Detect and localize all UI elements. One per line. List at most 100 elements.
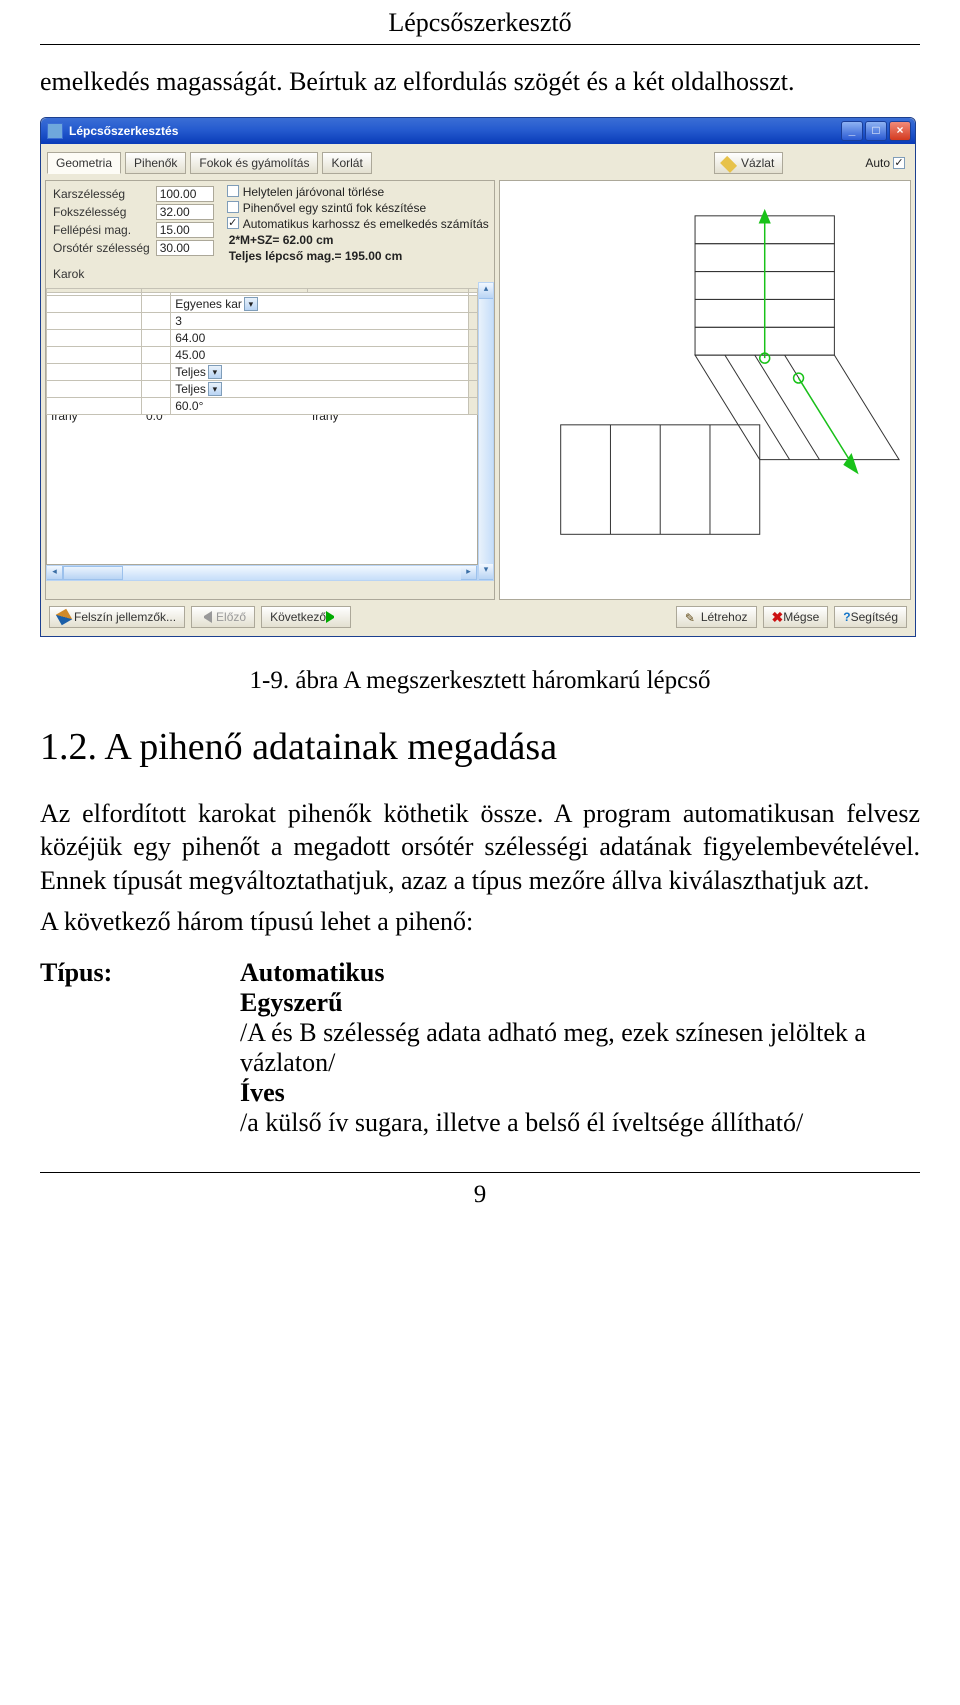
close-button[interactable]: × — [889, 121, 911, 141]
tab-geometria[interactable]: Geometria — [47, 152, 121, 174]
type-curved-desc: /a külső ív sugara, illetve a belső él í… — [240, 1108, 920, 1138]
row-emelkedes-label2: Kar emelkedés — [307, 357, 468, 374]
arm-col-empty — [47, 289, 142, 306]
rule-bottom — [40, 1172, 920, 1173]
create-button[interactable]: Létrehoz — [676, 606, 757, 628]
window-title: Lépcsőszerkesztés — [69, 124, 841, 138]
arm-col-1[interactable]: 1. — [142, 289, 308, 306]
titlebar[interactable]: Lépcsőszerkesztés _ □ × — [41, 118, 915, 144]
tab-korlat[interactable]: Korlát — [322, 152, 371, 174]
orsoter-input[interactable]: 30.00 — [156, 240, 214, 256]
row-tipus-label2: Típus — [307, 306, 468, 323]
row-balkorlat-label: Bal korlát — [47, 374, 142, 391]
arms-table: 1. 2. Típus Egyenes kar▾ Típus — [46, 288, 478, 425]
tab-bar: Geometria Pihenők Fokok és gyámolítás Ko… — [45, 148, 911, 178]
prev-button: Előző — [191, 606, 255, 628]
row-fellepes-label: Fellépésszám — [47, 323, 142, 340]
arm-col-2[interactable]: 2. — [307, 289, 468, 306]
row-tipus-label: Típus — [47, 306, 142, 323]
type-curved: Íves — [240, 1078, 920, 1108]
type-simple: Egyszerű — [240, 988, 920, 1018]
scrollbar-vertical[interactable]: ▴ ▾ — [478, 282, 494, 581]
row-jobbkorlat-label2: Jobb korlát — [307, 391, 468, 408]
help-button[interactable]: ? Segítség — [834, 606, 907, 628]
row-balkorlat-1[interactable]: Teljes▾ — [142, 374, 308, 391]
calc-formula: 2*M+SZ= 62.00 cm — [229, 233, 490, 247]
row-fellepes-1[interactable]: 2 — [142, 323, 308, 340]
next-label: Következő — [270, 610, 326, 624]
chevron-down-icon[interactable]: ▾ — [215, 307, 229, 321]
stair-editor-dialog: Lépcsőszerkesztés _ □ × Geometria Pihenő… — [40, 117, 916, 637]
chevron-down-icon[interactable]: ▾ — [179, 375, 193, 389]
scroll-down-icon[interactable]: ▾ — [479, 564, 493, 580]
arm-col-extra — [469, 289, 478, 306]
minimize-button[interactable]: _ — [841, 121, 863, 141]
chk-auto-karhossz[interactable] — [227, 217, 239, 229]
chk-helytelen[interactable] — [227, 185, 239, 197]
intro-paragraph: emelkedés magasságát. Beírtuk az elfordu… — [40, 67, 920, 97]
page-title: Lépcsőszerkesztő — [40, 0, 920, 38]
scroll-up-icon[interactable]: ▴ — [479, 283, 493, 299]
fokszelesseg-input[interactable]: 32.00 — [156, 204, 214, 220]
chk-auto-karhossz-label: Automatikus karhossz és emelkedés számít… — [243, 217, 489, 231]
pencil-icon — [720, 153, 740, 173]
vazlat-label: Vázlat — [741, 156, 774, 170]
help-label: Segítség — [851, 610, 898, 624]
scroll-right-icon[interactable]: ▸ — [461, 566, 477, 580]
brush-icon — [56, 609, 72, 625]
fellepesi-label: Fellépési mag. — [50, 221, 153, 239]
scrollbar-horizontal[interactable]: ◂ ▸ — [46, 565, 478, 581]
body-paragraph-2: A következő három típusú lehet a pihenő: — [40, 905, 920, 938]
table-empty-area — [46, 415, 478, 565]
scroll-left-icon[interactable]: ◂ — [47, 566, 63, 580]
cancel-button[interactable]: ✖ Mégse — [763, 606, 829, 628]
figure-caption: 1-9. ábra A megszerkesztett háromkarú lé… — [40, 667, 920, 695]
body-paragraph-1: Az elfordított karokat pihenők köthetik … — [40, 797, 920, 897]
row-emelkedes-label: Kar emelkedés — [47, 357, 142, 374]
surface-props-button[interactable]: Felszín jellemzők... — [49, 606, 185, 628]
fokszelesseg-label: Fokszélesség — [50, 203, 153, 221]
stair-preview — [499, 180, 911, 600]
row-jobbkorlat-1[interactable]: Teljes▾ — [142, 391, 308, 408]
chevron-down-icon[interactable]: ▾ — [179, 392, 193, 406]
chk-pihenovel[interactable] — [227, 201, 239, 213]
prev-icon — [200, 611, 212, 623]
karszelesseg-label: Karszélesség — [50, 185, 153, 203]
app-icon — [47, 123, 63, 139]
dialog-footer: Felszín jellemzők... Előző Következő Lét… — [45, 600, 911, 630]
row-fellepes-label2: Fellépésszám — [307, 323, 468, 340]
karszelesseg-input[interactable]: 100.00 — [156, 186, 214, 202]
geometry-panel: Karszélesség100.00 Fokszélesség32.00 Fel… — [45, 180, 495, 600]
prev-label: Előző — [216, 610, 246, 624]
auto-checkbox[interactable] — [893, 157, 905, 169]
row-karhossz-1[interactable]: 128.00 — [142, 340, 308, 357]
rule-top — [40, 44, 920, 45]
orsoter-label: Orsótér szélesség — [50, 239, 153, 257]
row-tipus-1[interactable]: Egyenes kar▾ — [142, 306, 308, 323]
row-karhossz-label2: Karhossz — [307, 340, 468, 357]
tab-fokok[interactable]: Fokok és gyámolítás — [190, 152, 318, 174]
next-button[interactable]: Következő — [261, 606, 351, 628]
help-icon: ? — [843, 610, 850, 624]
types-label: Típus: — [40, 958, 240, 1138]
fellepesi-input[interactable]: 15.00 — [156, 222, 214, 238]
type-simple-desc: /A és B szélesség adata adható meg, ezek… — [240, 1018, 920, 1078]
karok-label: Karok — [50, 257, 153, 282]
maximize-button[interactable]: □ — [865, 121, 887, 141]
dim-table: Karszélesség100.00 Fokszélesség32.00 Fel… — [50, 185, 217, 282]
create-label: Létrehoz — [701, 610, 748, 624]
pencil-icon — [685, 611, 697, 623]
calc-total-height: Teljes lépcső mag.= 195.00 cm — [229, 249, 490, 263]
scroll-thumb-h[interactable] — [63, 566, 123, 580]
auto-label: Auto — [865, 156, 890, 170]
row-balkorlat-label2: Bal korlát — [307, 374, 468, 391]
cancel-label: Mégse — [783, 610, 819, 624]
stair-preview-svg — [500, 181, 910, 599]
chk-helytelen-label: Helytelen járóvonal törlése — [243, 185, 384, 199]
cancel-icon: ✖ — [772, 609, 784, 626]
vazlat-button[interactable]: Vázlat — [714, 152, 783, 174]
surface-props-label: Felszín jellemzők... — [74, 610, 176, 624]
row-karhossz-label: Karhossz — [47, 340, 142, 357]
row-emelkedes-1[interactable]: 75.00 — [142, 357, 308, 374]
tab-pihenok[interactable]: Pihenők — [125, 152, 186, 174]
